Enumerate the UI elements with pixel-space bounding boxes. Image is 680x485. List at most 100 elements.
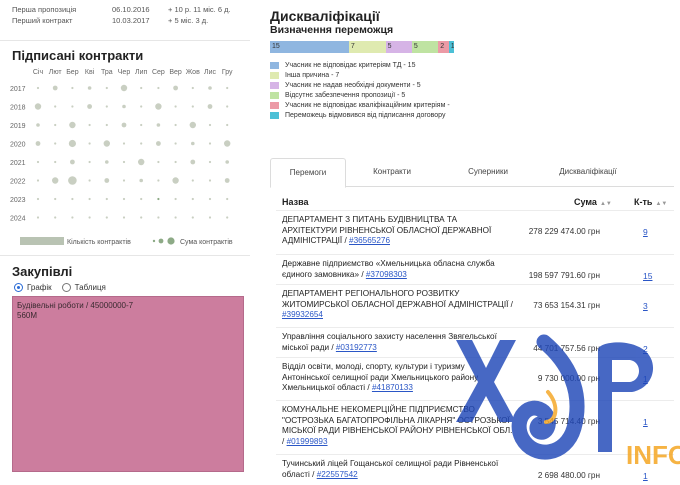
contract-dot[interactable] bbox=[122, 160, 126, 164]
contract-dot[interactable] bbox=[172, 177, 179, 184]
table-row-count-link[interactable]: 15 bbox=[643, 271, 652, 281]
contract-dot[interactable] bbox=[54, 216, 57, 219]
contract-dot[interactable] bbox=[71, 197, 74, 201]
legend-item[interactable]: Відсутнє забезпечення пропозиції - 5 bbox=[270, 90, 450, 100]
contract-dot[interactable] bbox=[87, 86, 92, 90]
contract-dot[interactable] bbox=[208, 197, 212, 201]
contract-dot[interactable] bbox=[88, 160, 91, 164]
contract-dot[interactable] bbox=[226, 216, 229, 219]
bar-segment[interactable]: 5 bbox=[411, 41, 439, 53]
contract-dot[interactable] bbox=[34, 103, 42, 110]
contract-dot[interactable] bbox=[104, 178, 110, 183]
contract-dot[interactable] bbox=[122, 216, 126, 219]
contract-dot[interactable] bbox=[189, 121, 196, 129]
contract-dot[interactable] bbox=[191, 105, 194, 108]
contract-dot[interactable] bbox=[54, 160, 57, 164]
contract-dot[interactable] bbox=[208, 142, 212, 145]
buyer-code-link[interactable]: #41870133 bbox=[372, 383, 413, 392]
contract-dot[interactable] bbox=[105, 105, 108, 108]
contract-dot[interactable] bbox=[208, 160, 212, 164]
col-name-header[interactable]: Назва bbox=[282, 197, 309, 207]
buyer-code-link[interactable]: #39932654 bbox=[282, 310, 323, 319]
buyer-code-link[interactable]: #37098303 bbox=[366, 270, 407, 279]
contract-dot[interactable] bbox=[88, 179, 91, 182]
radio-table[interactable] bbox=[61, 283, 71, 292]
contract-dot[interactable] bbox=[191, 197, 194, 201]
contract-dot[interactable] bbox=[88, 216, 91, 219]
bar-segment[interactable]: 2 bbox=[438, 41, 449, 53]
contract-dot[interactable] bbox=[174, 160, 177, 164]
contract-dot[interactable] bbox=[68, 139, 76, 148]
tab-wins[interactable]: Перемоги bbox=[270, 158, 346, 188]
contract-dot[interactable] bbox=[87, 104, 92, 109]
legend-item[interactable]: Інша причина - 7 bbox=[270, 70, 450, 80]
contract-dot[interactable] bbox=[157, 160, 160, 164]
contract-dot[interactable] bbox=[190, 159, 196, 165]
contract-dot[interactable] bbox=[224, 140, 231, 147]
contract-dot[interactable] bbox=[174, 105, 177, 108]
contract-dot[interactable] bbox=[191, 179, 194, 182]
contract-dot[interactable] bbox=[174, 216, 177, 219]
contract-dot[interactable] bbox=[88, 197, 91, 201]
buyer-code-link[interactable]: #01999893 bbox=[287, 437, 328, 446]
contract-dot[interactable] bbox=[36, 197, 40, 201]
contract-dot[interactable] bbox=[157, 86, 160, 90]
contract-dot[interactable] bbox=[88, 142, 91, 145]
contract-dot[interactable] bbox=[54, 142, 57, 145]
contract-dot[interactable] bbox=[122, 142, 126, 145]
col-sum-header[interactable]: Сума ▲▼ bbox=[574, 197, 612, 207]
contract-dot[interactable] bbox=[71, 216, 74, 219]
contract-dot[interactable] bbox=[120, 84, 128, 92]
contract-dot[interactable] bbox=[140, 142, 143, 145]
contract-dot[interactable] bbox=[105, 197, 108, 201]
contract-dot[interactable] bbox=[191, 86, 194, 90]
contract-dot[interactable] bbox=[54, 197, 57, 201]
legend-item[interactable]: Учасник не відповідає кваліфікаційним кр… bbox=[270, 100, 450, 110]
contract-dot[interactable] bbox=[173, 85, 179, 91]
contract-dot[interactable] bbox=[36, 123, 40, 127]
tab-disqualifications[interactable]: Дискваліфікації bbox=[538, 158, 638, 187]
buyer-code-link[interactable]: #03192773 bbox=[336, 343, 377, 352]
bar-segment[interactable]: 15 bbox=[270, 41, 349, 53]
legend-item[interactable]: Переможець відмовився від підписання дог… bbox=[270, 110, 450, 120]
table-row-count-link[interactable]: 9 bbox=[643, 227, 648, 237]
contract-dot[interactable] bbox=[155, 103, 162, 110]
contract-dot[interactable] bbox=[103, 140, 111, 147]
contract-dot[interactable] bbox=[105, 216, 108, 219]
contract-dot[interactable] bbox=[68, 176, 77, 185]
contract-dot[interactable] bbox=[156, 141, 161, 146]
legend-item[interactable]: Учасник не надав необхідні документи - 5 bbox=[270, 80, 450, 90]
radio-chart[interactable] bbox=[14, 283, 23, 292]
contract-dot[interactable] bbox=[70, 159, 75, 165]
contract-dot[interactable] bbox=[140, 123, 143, 127]
purchases-treemap-cell[interactable]: Будівельні роботи / 45000000-7 560M bbox=[12, 296, 244, 472]
contract-dot[interactable] bbox=[208, 123, 212, 127]
contract-dot[interactable] bbox=[157, 179, 160, 182]
contract-dot[interactable] bbox=[208, 86, 212, 90]
bar-segment[interactable]: 5 bbox=[385, 41, 412, 53]
table-row-count-link[interactable]: 3 bbox=[643, 301, 648, 311]
contract-dot[interactable] bbox=[69, 121, 76, 129]
contract-dot[interactable] bbox=[157, 197, 160, 201]
contract-dot[interactable] bbox=[36, 179, 40, 182]
bar-segment[interactable]: 1 bbox=[448, 41, 454, 53]
contract-dot[interactable] bbox=[174, 142, 177, 145]
contract-dot[interactable] bbox=[54, 105, 57, 108]
contract-dot[interactable] bbox=[122, 179, 126, 182]
tab-contracts[interactable]: Контракти bbox=[346, 158, 438, 187]
contract-dot[interactable] bbox=[35, 141, 41, 146]
contract-dot[interactable] bbox=[226, 86, 229, 90]
contract-dot[interactable] bbox=[122, 197, 126, 201]
contract-dot[interactable] bbox=[88, 123, 91, 127]
contract-dot[interactable] bbox=[207, 104, 213, 109]
contract-dot[interactable] bbox=[208, 216, 212, 219]
contract-dot[interactable] bbox=[71, 86, 74, 90]
contract-dot[interactable] bbox=[224, 178, 230, 183]
contract-dot[interactable] bbox=[157, 216, 160, 219]
contract-dot[interactable] bbox=[138, 158, 145, 166]
contract-dot[interactable] bbox=[174, 123, 177, 127]
contract-dot[interactable] bbox=[225, 160, 229, 164]
contract-dot[interactable] bbox=[71, 105, 74, 108]
contract-dot[interactable] bbox=[174, 197, 177, 201]
contract-dot[interactable] bbox=[36, 86, 40, 90]
